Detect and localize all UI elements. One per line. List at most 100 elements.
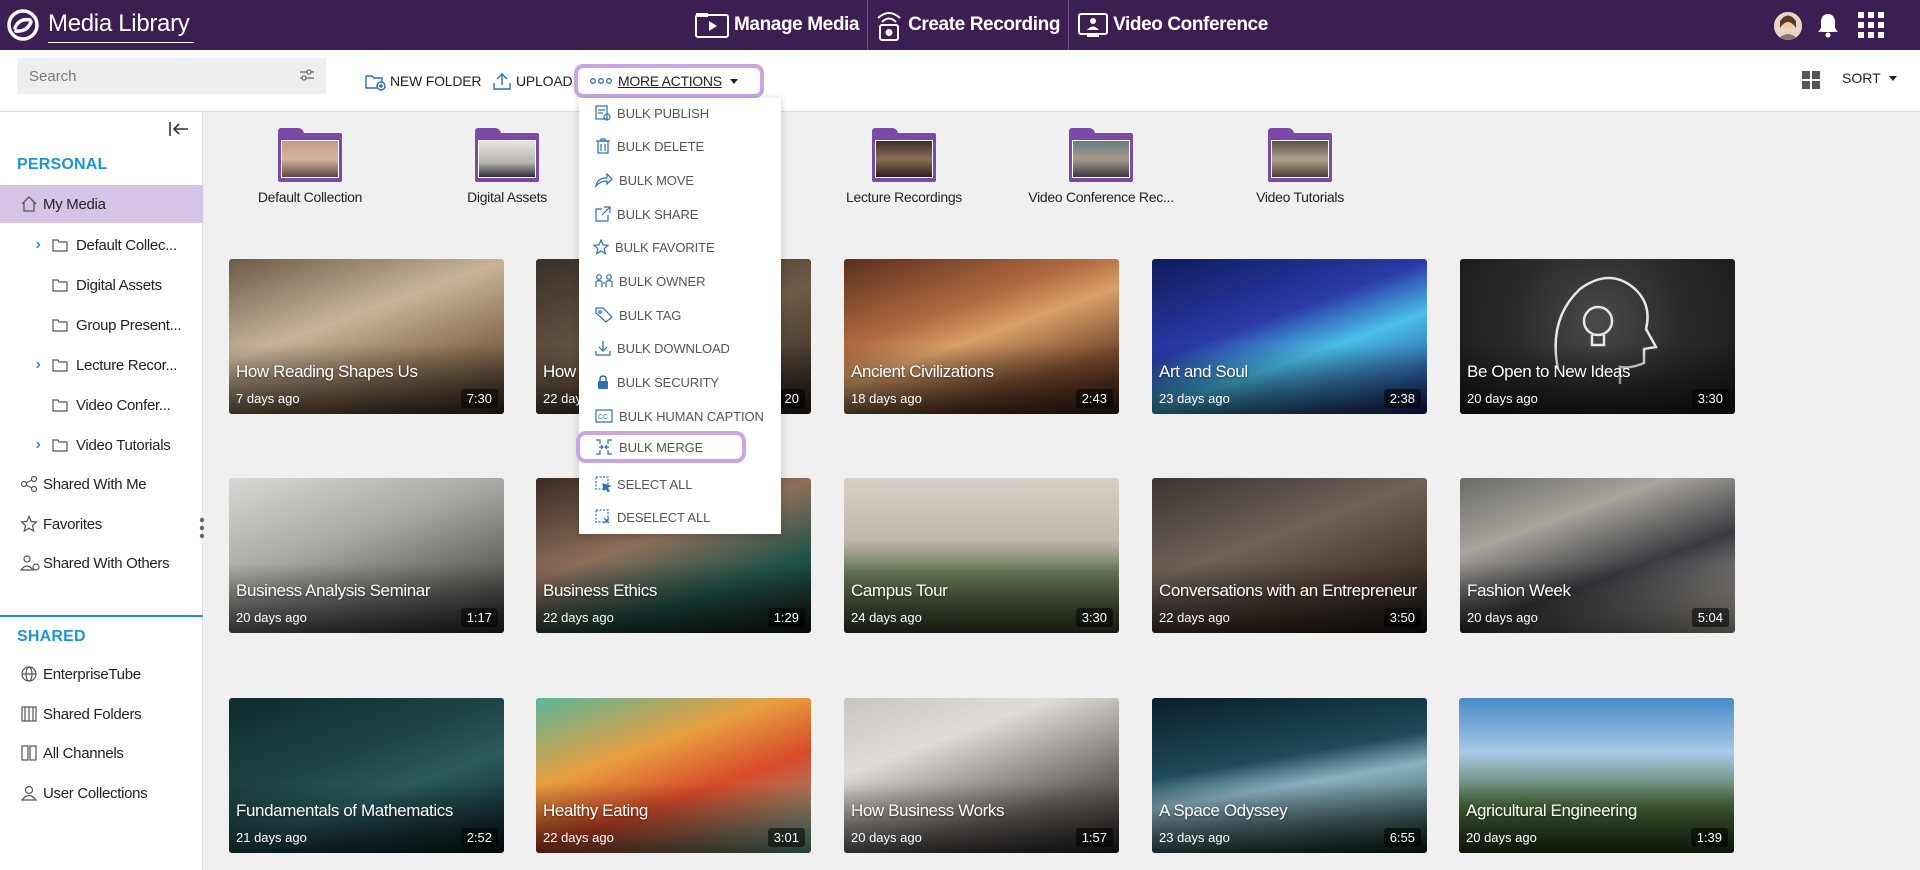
nav-manage-media[interactable]: Manage Media [694, 0, 869, 50]
filter-sliders-icon[interactable] [300, 69, 314, 81]
menu-item-bulk-tag[interactable]: BULK TAG [579, 300, 781, 330]
sidebar-item-enterprisetube[interactable]: EnterpriseTube [0, 655, 203, 693]
menu-item-label: BULK MOVE [619, 172, 694, 188]
nav-create-recording-label: Create Recording [908, 14, 1061, 35]
sidebar-item-my-media[interactable]: My Media [0, 185, 203, 223]
grid-view-icon[interactable] [1802, 71, 1820, 89]
notification-bell-icon[interactable] [1816, 12, 1840, 38]
menu-item-bulk-favorite[interactable]: BULK FAVORITE [579, 232, 781, 262]
menu-item-bulk-merge[interactable]: BULK MERGE [576, 431, 746, 463]
media-age: 20 days ago [236, 610, 307, 625]
sidebar-item-label: Video Tutorials [76, 436, 171, 454]
media-title: Campus Tour [851, 581, 948, 600]
recording-icon [877, 12, 901, 41]
folder-tile[interactable]: Digital Assets [422, 128, 592, 205]
media-duration: 6:55 [1383, 828, 1421, 847]
media-card[interactable]: Art and Soul 23 days ago 2:38 [1152, 259, 1427, 414]
folder-tile[interactable]: Video Tutorials [1215, 128, 1385, 205]
media-card[interactable]: Healthy Eating 22 days ago 3:01 [536, 698, 811, 853]
media-age: 20 days ago [851, 830, 922, 845]
folder-tile[interactable]: Video Conference Rec... [1016, 128, 1186, 205]
user-collections-icon [20, 785, 38, 801]
menu-item-label: DESELECT ALL [617, 509, 711, 525]
more-actions-label: MORE ACTIONS [618, 73, 722, 89]
media-card[interactable]: Fashion Week 20 days ago 5:04 [1460, 478, 1735, 633]
menu-item-bulk-human-caption[interactable]: CC BULK HUMAN CAPTION [579, 401, 781, 431]
menu-item-select-all[interactable]: SELECT ALL [579, 469, 781, 499]
menu-item-bulk-delete[interactable]: BULK DELETE [579, 131, 781, 161]
menu-item-bulk-move[interactable]: BULK MOVE [579, 165, 781, 195]
media-title: Fashion Week [1467, 581, 1571, 600]
media-card[interactable]: How Reading Shapes Us 7 days ago 7:30 [229, 259, 504, 414]
menu-item-bulk-download[interactable]: BULK DOWNLOAD [579, 333, 781, 363]
collapse-sidebar-icon[interactable] [168, 120, 190, 138]
star-icon [20, 515, 38, 533]
sidebar-folder-lecture-recordings[interactable]: › Lecture Recor... [0, 346, 203, 384]
menu-item-bulk-publish[interactable]: BULK PUBLISH [579, 98, 781, 128]
sidebar-folder-video-conference[interactable]: Video Confer... [0, 386, 203, 424]
sidebar-item-label: Default Collec... [76, 236, 177, 254]
menu-item-label: BULK HUMAN CAPTION [619, 408, 764, 424]
sidebar-item-shared-folders[interactable]: Shared Folders [0, 695, 203, 733]
chevron-right-icon[interactable]: › [30, 236, 46, 254]
sidebar-item-label: User Collections [43, 784, 148, 802]
new-folder-button[interactable]: NEW FOLDER [364, 70, 482, 92]
sidebar-item-label: Shared Folders [43, 705, 142, 723]
folder-icon [475, 128, 539, 182]
menu-item-label: BULK DELETE [617, 138, 705, 154]
sidebar-item-shared-with-others[interactable]: Shared With Others [0, 544, 203, 582]
media-card[interactable]: Fundamentals of Mathematics 21 days ago … [229, 698, 504, 853]
media-card[interactable]: Agricultural Engineering 20 days ago 1:3… [1459, 698, 1734, 853]
apps-grid-icon[interactable] [1858, 12, 1884, 38]
merge-icon [596, 439, 612, 455]
nav-video-conference[interactable]: Video Conference [1069, 0, 1276, 50]
media-card[interactable]: Campus Tour 24 days ago 3:30 [844, 478, 1119, 633]
menu-item-bulk-security[interactable]: BULK SECURITY [579, 367, 781, 397]
media-age: 7 days ago [236, 391, 300, 406]
sidebar-folder-digital-assets[interactable]: Digital Assets [0, 266, 203, 304]
sidebar-folder-default-collection[interactable]: › Default Collec... [0, 226, 203, 264]
sidebar-folder-group-presentations[interactable]: Group Present... [0, 306, 203, 344]
avatar[interactable] [1774, 12, 1802, 40]
folder-icon [52, 279, 68, 292]
resize-handle-icon[interactable] [199, 517, 205, 539]
menu-item-bulk-share[interactable]: BULK SHARE [579, 199, 781, 229]
sidebar-item-favorites[interactable]: Favorites [0, 505, 203, 543]
app-logo[interactable]: Media Library [6, 8, 193, 43]
media-card[interactable]: Be Open to New Ideas 20 days ago 3:30 [1460, 259, 1735, 414]
media-card[interactable]: A Space Odyssey 23 days ago 6:55 [1152, 698, 1427, 853]
globe-icon [21, 666, 37, 682]
sidebar-item-label: My Media [43, 195, 106, 213]
media-duration: 3:30 [1691, 389, 1729, 408]
media-card[interactable]: How Business Works 20 days ago 1:57 [844, 698, 1119, 853]
sidebar-item-shared-with-me[interactable]: Shared With Me [0, 465, 203, 503]
media-card[interactable]: Conversations with an Entrepreneur 22 da… [1152, 478, 1427, 633]
menu-item-deselect-all[interactable]: DESELECT ALL [579, 502, 781, 532]
media-title: Art and Soul [1159, 362, 1248, 381]
media-title: How Reading Shapes Us [236, 362, 418, 381]
folder-tile[interactable]: Lecture Recordings [819, 128, 989, 205]
menu-item-label: BULK FAVORITE [615, 239, 715, 255]
media-title: Agricultural Engineering [1466, 801, 1637, 820]
media-age: 20 days ago [1467, 610, 1538, 625]
deselect-all-icon [595, 509, 610, 524]
upload-button[interactable]: UPLOAD [492, 70, 573, 92]
sidebar-item-all-channels[interactable]: All Channels [0, 734, 203, 772]
sidebar-folder-video-tutorials[interactable]: › Video Tutorials [0, 426, 203, 464]
more-actions-button[interactable]: MORE ACTIONS [574, 64, 764, 98]
sort-button[interactable]: SORT [1842, 70, 1897, 86]
chevron-down-icon [1888, 75, 1897, 81]
menu-item-bulk-owner[interactable]: BULK OWNER [579, 266, 781, 296]
menu-item-label: SELECT ALL [617, 476, 693, 492]
search-input[interactable] [17, 58, 326, 94]
media-age: 22 days ago [543, 610, 614, 625]
nav-create-recording[interactable]: Create Recording [868, 0, 1070, 50]
media-card[interactable]: Ancient Civilizations 18 days ago 2:43 [844, 259, 1119, 414]
sidebar-item-user-collections[interactable]: User Collections [0, 774, 203, 812]
media-duration: 2:43 [1075, 389, 1113, 408]
folder-tile[interactable]: Default Collection [225, 128, 395, 205]
chevron-right-icon[interactable]: › [30, 356, 46, 374]
chevron-right-icon[interactable]: › [30, 436, 46, 454]
media-age: 22 days ago [543, 830, 614, 845]
media-card[interactable]: Business Analysis Seminar 20 days ago 1:… [229, 478, 504, 633]
